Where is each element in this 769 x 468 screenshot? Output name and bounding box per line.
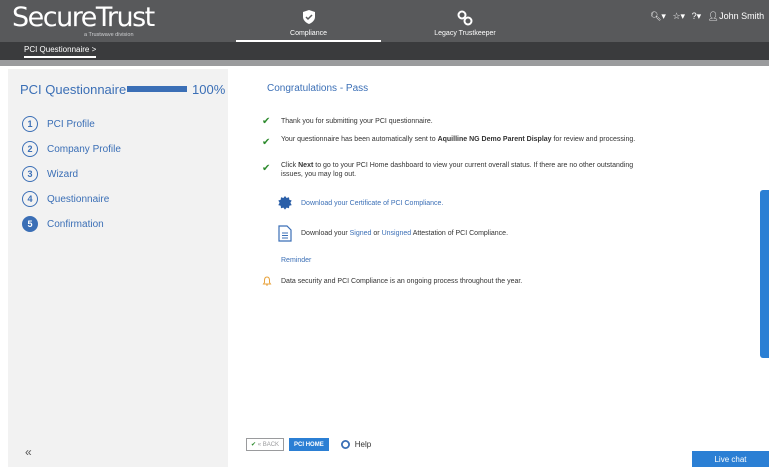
sidebar-step-questionnaire[interactable]: 4 Questionnaire (22, 190, 109, 208)
document-icon (278, 225, 292, 242)
step-number: 4 (22, 191, 38, 207)
toolbar: 🔍︎▾ ☆▾ ?▾ 👤︎John Smith (650, 11, 769, 22)
check-icon: ✔ (262, 137, 271, 148)
live-chat-button[interactable]: Live chat (692, 451, 769, 467)
sidebar-title: PCI Questionnaire (20, 82, 127, 97)
search-icon[interactable]: 🔍︎▾ (650, 11, 666, 21)
back-label: « BACK (257, 441, 280, 448)
message-submitted: ✔ Thank you for submitting your PCI ques… (262, 117, 642, 127)
reminder-text: Data security and PCI Compliance is an o… (281, 277, 523, 285)
check-icon: ✔ (262, 163, 271, 174)
pci-home-button[interactable]: PCI HOME (289, 438, 329, 451)
link-icon (457, 10, 473, 26)
star-icon[interactable]: ☆▾ (672, 11, 685, 21)
sidebar-step-company-profile[interactable]: 2 Company Profile (22, 140, 121, 158)
nav-compliance-label: Compliance (290, 30, 327, 37)
progress-percent: 100% (192, 82, 226, 97)
attestation-text: Download your Signed or Unsigned Attesta… (301, 230, 509, 237)
footer-actions: ✔ « BACK PCI HOME Help (246, 438, 371, 451)
sidebar-step-wizard[interactable]: 3 Wizard (22, 165, 78, 183)
nav-legacy-trustkeeper[interactable]: Legacy Trustkeeper (415, 0, 515, 42)
nav-legacy-label: Legacy Trustkeeper (434, 30, 496, 37)
message-text: Thank you for submitting your PCI questi… (281, 118, 433, 125)
divider (0, 60, 769, 66)
step-number: 5 (22, 216, 38, 232)
certificate-download: Download your Certificate of PCI Complia… (278, 196, 443, 210)
breadcrumb-bar: PCI Questionnaire > (0, 42, 769, 60)
breadcrumb[interactable]: PCI Questionnaire > (24, 45, 97, 58)
step-number: 3 (22, 166, 38, 182)
unsigned-link[interactable]: Unsigned (382, 230, 412, 237)
page-title: Congratulations - Pass (267, 83, 369, 94)
collapse-sidebar-button[interactable]: « (25, 445, 32, 459)
message-next: ✔ Click Next to go to your PCI Home dash… (262, 161, 642, 179)
user-menu[interactable]: 👤︎John Smith (708, 11, 768, 21)
check-icon: ✔ (262, 116, 271, 127)
check-icon: ✔ (251, 442, 257, 448)
step-label: Wizard (47, 168, 79, 180)
back-button[interactable]: ✔ « BACK (246, 438, 285, 451)
help-icon[interactable]: ?▾ (692, 11, 702, 21)
top-bar: SecureTrust a Trustwave division Complia… (0, 0, 769, 42)
sidebar-step-pci-profile[interactable]: 1 PCI Profile (22, 115, 95, 133)
side-panel-tab[interactable] (760, 190, 769, 358)
step-label: Confirmation (47, 218, 104, 230)
help-link[interactable]: Help (340, 440, 372, 449)
bell-icon (262, 276, 272, 286)
step-number: 1 (22, 116, 38, 132)
nav-compliance[interactable]: Compliance (236, 0, 381, 42)
attestation-download: Download your Signed or Unsigned Attesta… (278, 225, 508, 242)
step-label: Questionnaire (47, 193, 110, 205)
sidebar-step-confirmation[interactable]: 5 Confirmation (22, 215, 104, 233)
shield-check-icon (303, 10, 315, 24)
message-text: Click Next to go to your PCI Home dashbo… (281, 162, 634, 178)
signed-link[interactable]: Signed (350, 230, 372, 237)
step-number: 2 (22, 141, 38, 157)
lifebuoy-icon (340, 440, 350, 449)
sidebar: PCI Questionnaire 100% 1 PCI Profile 2 C… (8, 69, 228, 467)
certificate-link[interactable]: Download your Certificate of PCI Complia… (301, 200, 443, 207)
progress-bar (127, 86, 187, 92)
step-label: PCI Profile (47, 118, 95, 130)
step-label: Company Profile (47, 143, 121, 155)
reminder-note: Data security and PCI Compliance is an o… (262, 276, 522, 286)
user-name: John Smith (719, 11, 765, 21)
logo-subtitle: a Trustwave division (84, 32, 134, 38)
message-sent: ✔ Your questionnaire has been automatica… (262, 135, 642, 148)
logo[interactable]: SecureTrust (12, 3, 155, 33)
message-text: Your questionnaire has been automaticall… (281, 136, 636, 143)
certificate-seal-icon (278, 196, 292, 210)
help-label: Help (354, 440, 372, 449)
reminder-heading: Reminder (281, 257, 312, 264)
